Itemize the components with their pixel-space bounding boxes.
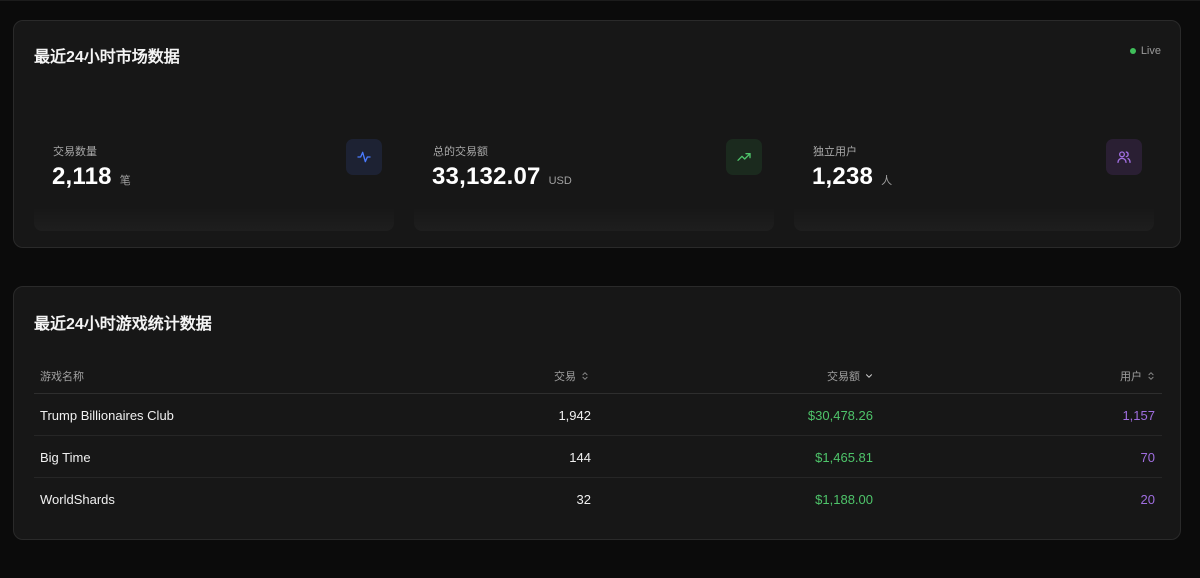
game-volume: $1,465.81	[815, 450, 873, 465]
column-header-volume[interactable]: 交易额	[827, 368, 874, 384]
table-row[interactable]: Trump Billionaires Club 1,942 $30,478.26…	[34, 394, 1162, 436]
stat-value-row: 33,132.07 USD	[432, 163, 572, 191]
column-header-users[interactable]: 用户	[1120, 368, 1156, 384]
trending-up-icon	[726, 139, 762, 175]
game-users: 20	[1140, 492, 1155, 507]
game-volume: $30,478.26	[807, 408, 873, 423]
stat-unit: USD	[548, 175, 572, 187]
stat-value: 33,132.07	[432, 163, 541, 190]
stat-label: 交易数量	[53, 146, 97, 158]
stat-value-row: 2,118 笔	[52, 163, 131, 191]
stat-value-row: 1,238 人	[812, 163, 892, 191]
games-card-title: 最近24小时游戏统计数据	[34, 316, 212, 333]
live-label: Live	[1140, 45, 1161, 57]
market-card-title: 最近24小时市场数据	[34, 49, 180, 66]
table-row[interactable]: WorldShards 32 $1,188.00 20	[34, 478, 1162, 520]
sort-updown-icon	[1146, 371, 1156, 381]
chevron-down-icon	[864, 371, 874, 381]
activity-icon	[346, 139, 382, 175]
stat-transactions: 交易数量 2,118 笔	[34, 135, 394, 231]
users-icon	[1106, 139, 1142, 175]
stat-value: 2,118	[52, 163, 112, 190]
game-transactions: 1,942	[558, 408, 591, 423]
column-header-game-name: 游戏名称	[40, 371, 84, 383]
stat-users: 独立用户 1,238 人	[794, 135, 1154, 231]
column-header-transactions[interactable]: 交易	[554, 368, 590, 384]
game-name: WorldShards	[40, 492, 115, 507]
live-indicator: Live	[1129, 45, 1161, 57]
stat-unit: 人	[881, 175, 893, 187]
table-header: 游戏名称 交易 交易额 用户	[34, 357, 1162, 394]
table-row[interactable]: Big Time 144 $1,465.81 70	[34, 436, 1162, 478]
stat-value: 1,238	[812, 163, 874, 190]
game-volume: $1,188.00	[815, 492, 873, 507]
game-users: 70	[1140, 450, 1155, 465]
market-data-card: 最近24小时市场数据 Live 交易数量 2,118 笔 总的交易额 33,13…	[13, 20, 1181, 248]
game-name: Big Time	[40, 450, 91, 465]
game-users: 1,157	[1122, 408, 1155, 423]
game-name: Trump Billionaires Club	[40, 408, 174, 423]
game-transactions: 144	[569, 450, 591, 465]
stat-label: 独立用户	[813, 146, 857, 158]
live-dot-icon	[1129, 48, 1136, 54]
stat-volume: 总的交易额 33,132.07 USD	[414, 135, 774, 231]
top-divider	[0, 0, 1200, 1]
stat-label: 总的交易额	[433, 146, 488, 158]
game-transactions: 32	[576, 492, 591, 507]
sort-updown-icon	[580, 371, 590, 381]
games-table: 游戏名称 交易 交易额 用户 Trump Billionaires Club 1…	[34, 357, 1162, 520]
stat-unit: 笔	[119, 175, 131, 187]
games-stats-card: 最近24小时游戏统计数据 游戏名称 交易 交易额 用户 Trump Billio…	[13, 286, 1181, 540]
